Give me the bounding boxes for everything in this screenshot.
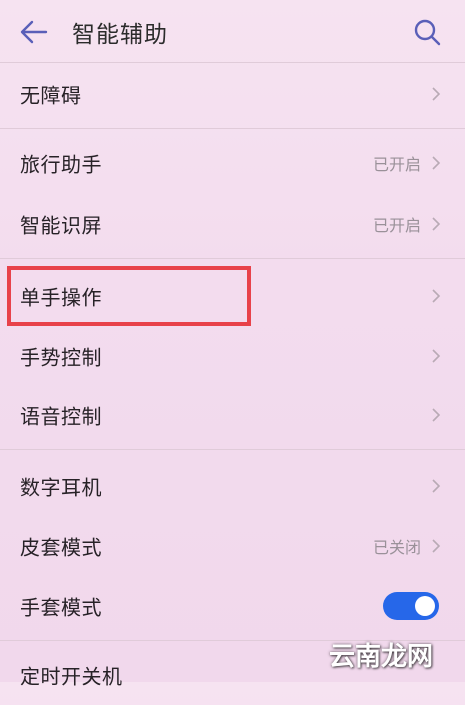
chevron-right-icon: [432, 87, 441, 101]
arrow-left-icon[interactable]: [18, 18, 50, 46]
menu-item-smart-screen-recognition[interactable]: 智能识屏 已开启: [0, 194, 465, 254]
highlight-box: [7, 266, 251, 326]
chevron-right-icon: [432, 479, 441, 493]
menu-item-digital-earphone[interactable]: 数字耳机: [0, 456, 465, 516]
chevron-right-icon: [432, 217, 441, 231]
menu-item-label: 智能识屏: [20, 213, 102, 238]
watermark: 云南龙网: [328, 642, 433, 672]
page-title: 智能辅助: [72, 22, 168, 48]
status-text: 已开启: [372, 216, 421, 235]
status-text: 已关闭: [372, 538, 421, 557]
menu-item-label: 语音控制: [20, 404, 102, 429]
menu-item-label: 旅行助手: [20, 152, 102, 177]
menu-item-gesture-control[interactable]: 手势控制: [0, 326, 465, 386]
search-icon[interactable]: [412, 17, 442, 47]
menu-item-label: 手势控制: [20, 345, 102, 370]
menu-item-cover-mode[interactable]: 皮套模式 已关闭: [0, 516, 465, 576]
glove-mode-toggle[interactable]: [383, 592, 439, 620]
header: 智能辅助: [0, 0, 465, 62]
menu-item-voice-control[interactable]: 语音控制: [0, 385, 465, 445]
menu-item-label: 数字耳机: [20, 475, 102, 500]
divider: [0, 258, 465, 259]
menu-item-label: 无障碍: [20, 83, 82, 108]
chevron-right-icon: [432, 289, 441, 303]
chevron-right-icon: [432, 408, 441, 422]
menu-item-label: 定时开关机: [20, 664, 123, 689]
status-text: 已开启: [372, 155, 421, 174]
divider: [0, 62, 465, 63]
menu-item-label: 皮套模式: [20, 535, 102, 560]
menu-item-glove-mode: 手套模式: [0, 576, 465, 636]
menu-item-travel-assistant[interactable]: 旅行助手 已开启: [0, 133, 465, 193]
chevron-right-icon: [432, 156, 441, 170]
divider: [0, 449, 465, 450]
menu-item-accessibility[interactable]: 无障碍: [0, 64, 465, 124]
chevron-right-icon: [432, 539, 441, 553]
divider: [0, 128, 465, 129]
menu-item-label: 手套模式: [20, 595, 102, 620]
toggle-knob: [415, 596, 435, 616]
chevron-right-icon: [432, 349, 441, 363]
